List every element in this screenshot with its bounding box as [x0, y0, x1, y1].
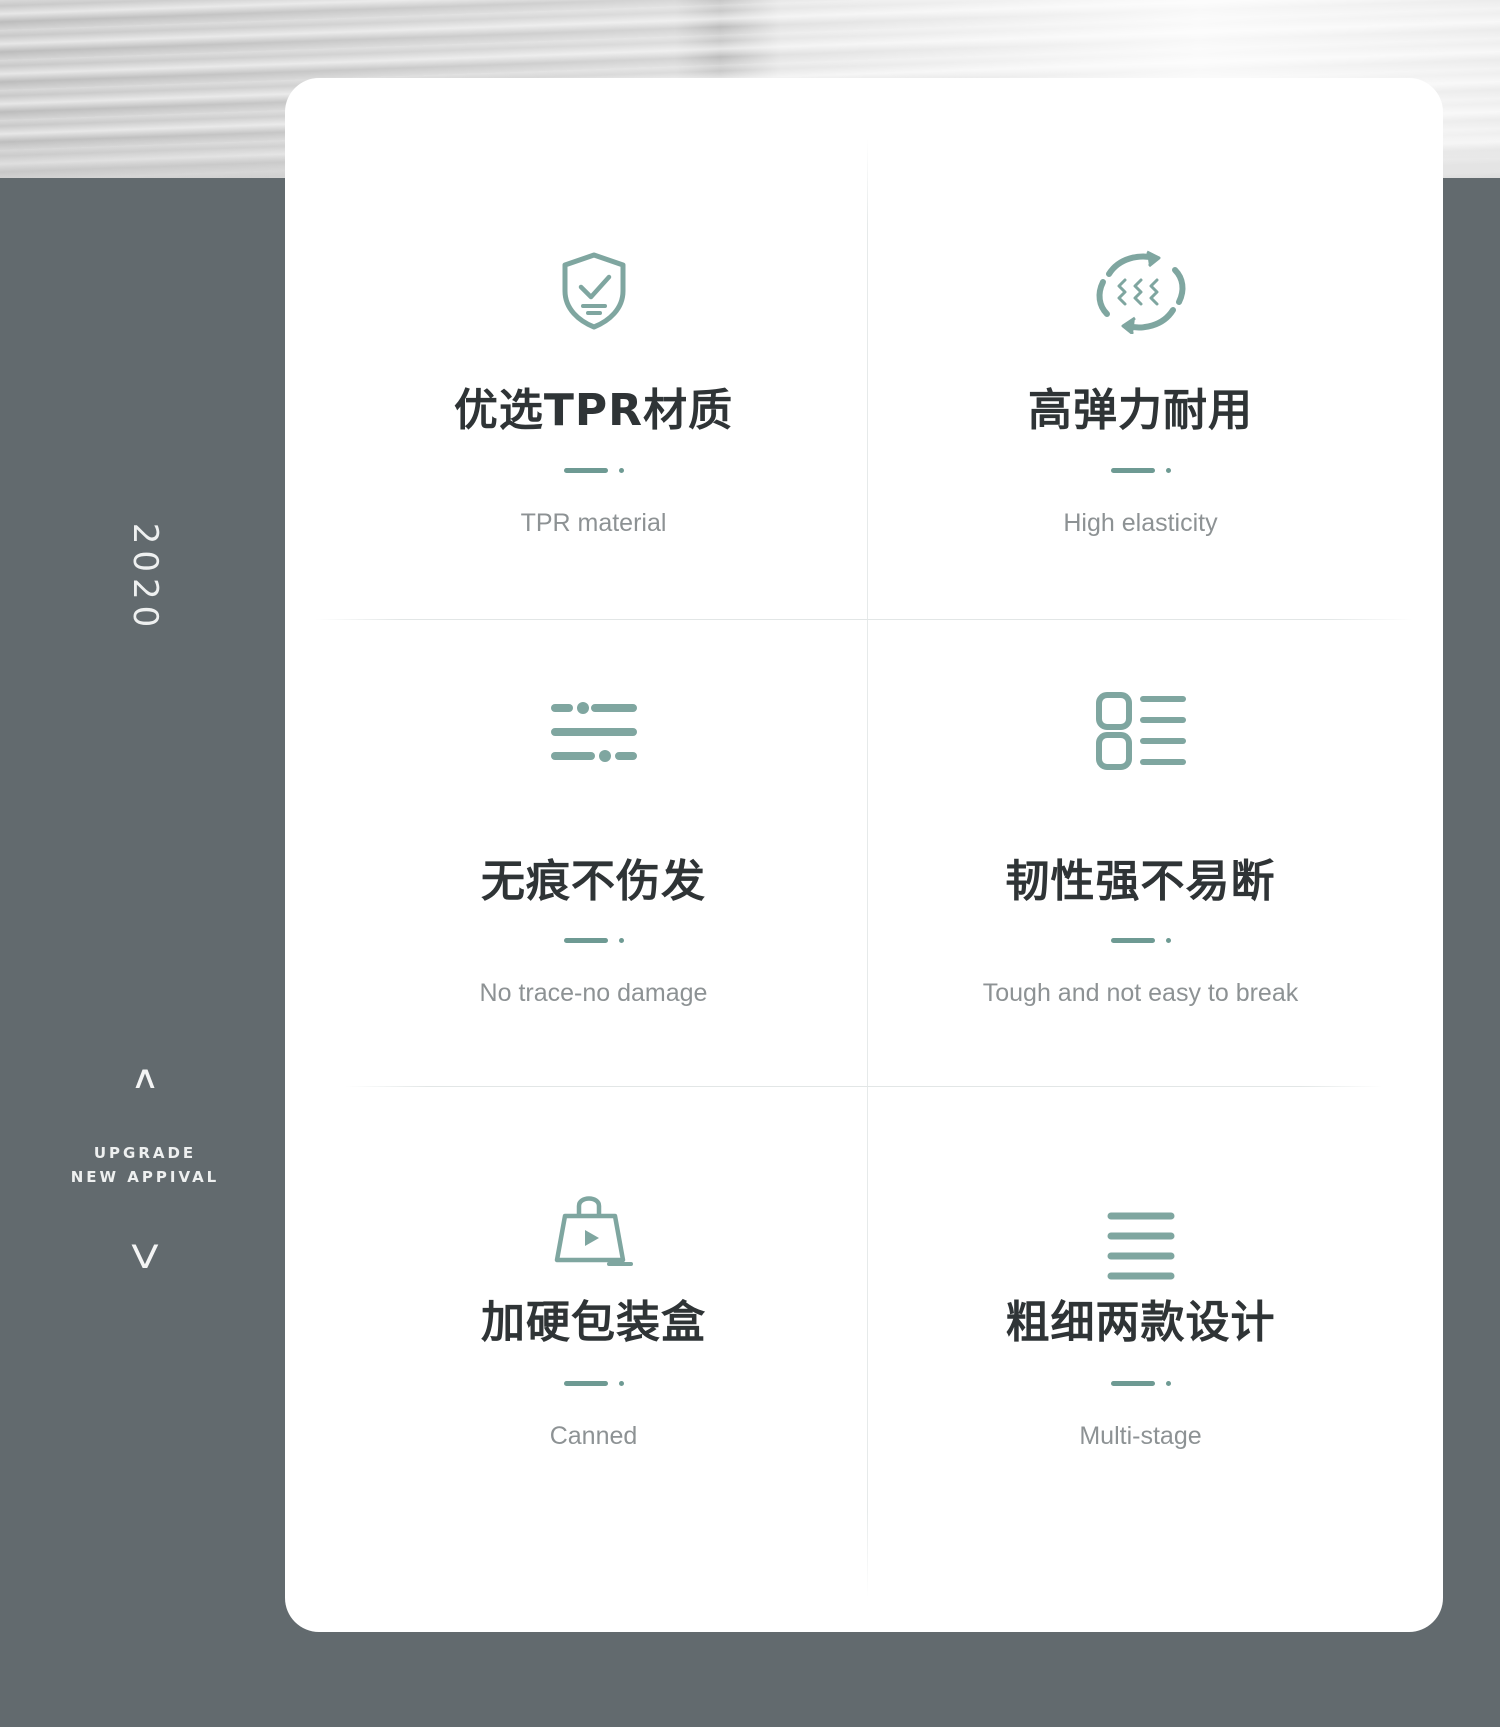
accent-dash	[563, 938, 624, 944]
feature-item-tpr-material: 优选TPR材质 TPR material	[321, 78, 866, 619]
feature-title: 无痕不伤发	[481, 856, 706, 907]
side-label-new-arrival: NEW APPIVAL	[70, 1168, 220, 1186]
feature-card: 优选TPR材质 TPR material 高弹力耐用 High elastici…	[285, 78, 1443, 1632]
feature-title: 粗细两款设计	[1005, 1297, 1276, 1348]
feature-subtitle: Tough and not easy to break	[982, 979, 1299, 1007]
accent-dash	[1110, 468, 1171, 474]
sliders-icon	[550, 697, 637, 771]
feature-item-tough: 韧性强不易断 Tough and not easy to break	[868, 619, 1413, 1086]
shield-check-icon	[559, 251, 629, 335]
up-arrow-icon[interactable]: ∧	[0, 1058, 326, 1096]
feature-subtitle: Canned	[549, 1422, 638, 1450]
down-arrow-icon[interactable]: V	[0, 1238, 326, 1276]
list-blocks-icon	[1095, 691, 1187, 775]
accent-dash	[563, 1381, 624, 1387]
feature-item-no-trace: 无痕不伤发 No trace-no damage	[321, 619, 866, 1086]
accent-dash	[1110, 1381, 1171, 1387]
feature-title: 加硬包装盒	[481, 1297, 706, 1348]
side-label-upgrade: UPGRADE	[93, 1144, 197, 1162]
elastic-cycle-icon	[1089, 250, 1193, 338]
feature-item-packaging: 加硬包装盒 Canned	[321, 1086, 866, 1632]
feature-item-high-elasticity: 高弹力耐用 High elasticity	[868, 78, 1413, 619]
feature-title: 高弹力耐用	[1028, 385, 1253, 436]
feature-subtitle: Multi-stage	[1079, 1422, 1202, 1450]
feature-subtitle: High elasticity	[1063, 509, 1218, 537]
shopping-bag-icon	[553, 1192, 635, 1272]
feature-title: 优选TPR材质	[453, 385, 734, 436]
lines-icon	[1106, 1210, 1176, 1286]
accent-dash	[1110, 938, 1171, 944]
product-feature-page: 2020 ∧ UPGRADE NEW APPIVAL V 优选TPR材质 TPR…	[0, 0, 1500, 1727]
feature-subtitle: No trace-no damage	[479, 979, 708, 1007]
feature-title: 韧性强不易断	[1005, 856, 1276, 907]
accent-dash	[563, 468, 624, 474]
feature-item-multi-stage: 粗细两款设计 Multi-stage	[868, 1086, 1413, 1632]
side-year-text: 2020	[125, 522, 165, 634]
feature-subtitle: TPR material	[520, 509, 667, 537]
